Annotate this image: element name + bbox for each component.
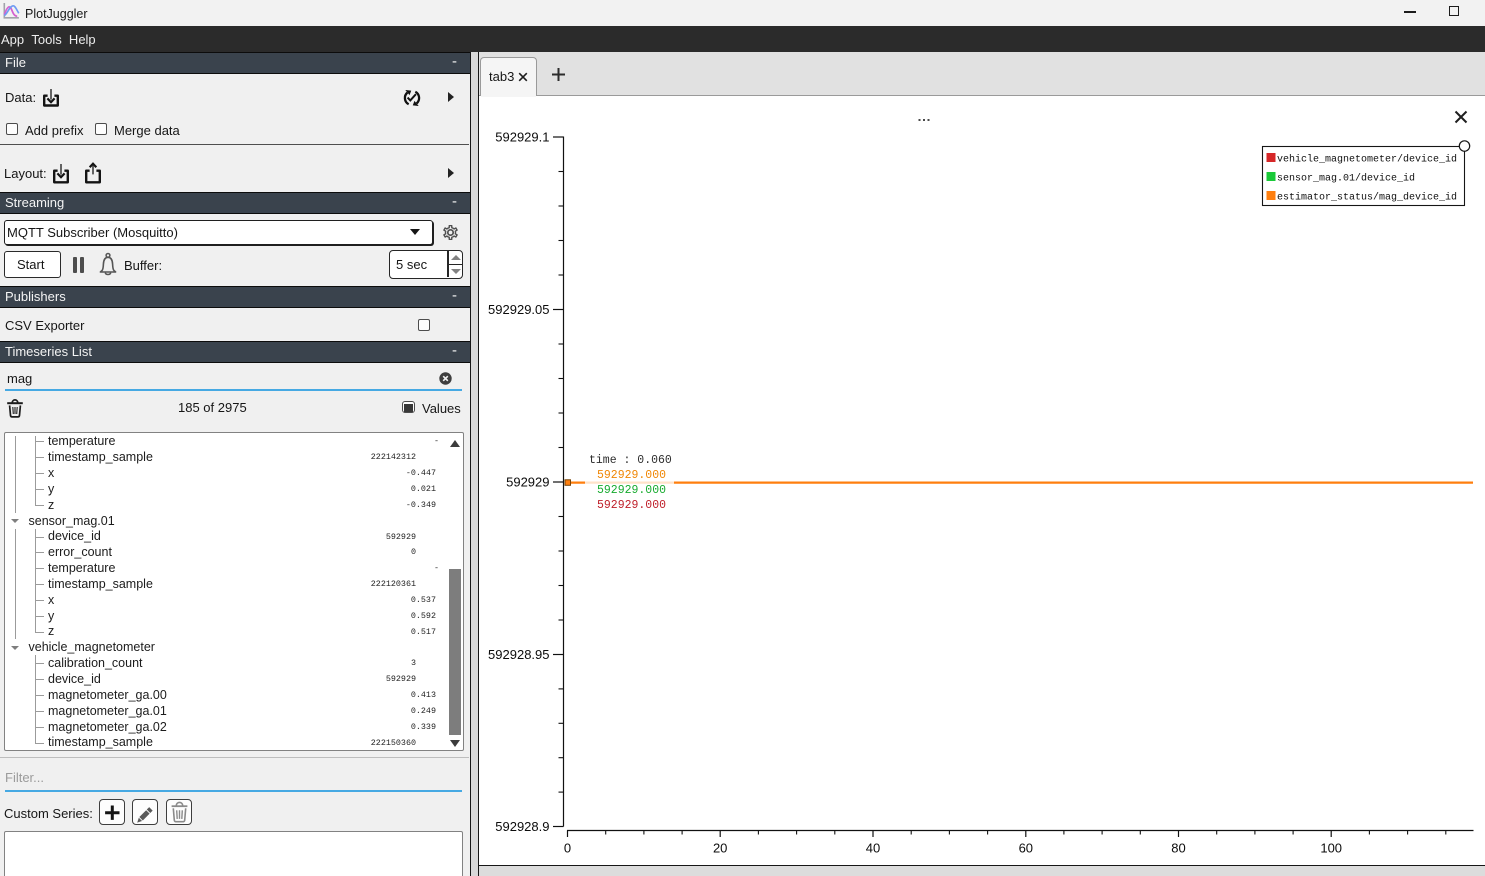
svg-text:vehicle_magnetometer/device_id: vehicle_magnetometer/device_id [1277, 153, 1457, 165]
svg-text:20: 20 [713, 841, 727, 856]
svg-text:60: 60 [1019, 841, 1033, 856]
svg-text:time : 0.060: time : 0.060 [589, 454, 672, 467]
svg-text:592929.05: 592929.05 [488, 302, 549, 317]
svg-text:592928.9: 592928.9 [495, 819, 549, 834]
svg-text:592929.000: 592929.000 [597, 469, 666, 482]
svg-text:100: 100 [1320, 841, 1342, 856]
svg-text:592929: 592929 [506, 475, 549, 490]
svg-text:592929.000: 592929.000 [597, 484, 666, 497]
svg-text:0: 0 [564, 841, 571, 856]
svg-text:592929.1: 592929.1 [495, 130, 549, 145]
svg-text:40: 40 [866, 841, 880, 856]
svg-text:592929.000: 592929.000 [597, 499, 666, 512]
svg-text:estimator_status/mag_device_id: estimator_status/mag_device_id [1277, 191, 1457, 203]
svg-text:sensor_mag.01/device_id: sensor_mag.01/device_id [1277, 172, 1415, 184]
svg-text:80: 80 [1171, 841, 1185, 856]
svg-text:592928.95: 592928.95 [488, 647, 549, 662]
